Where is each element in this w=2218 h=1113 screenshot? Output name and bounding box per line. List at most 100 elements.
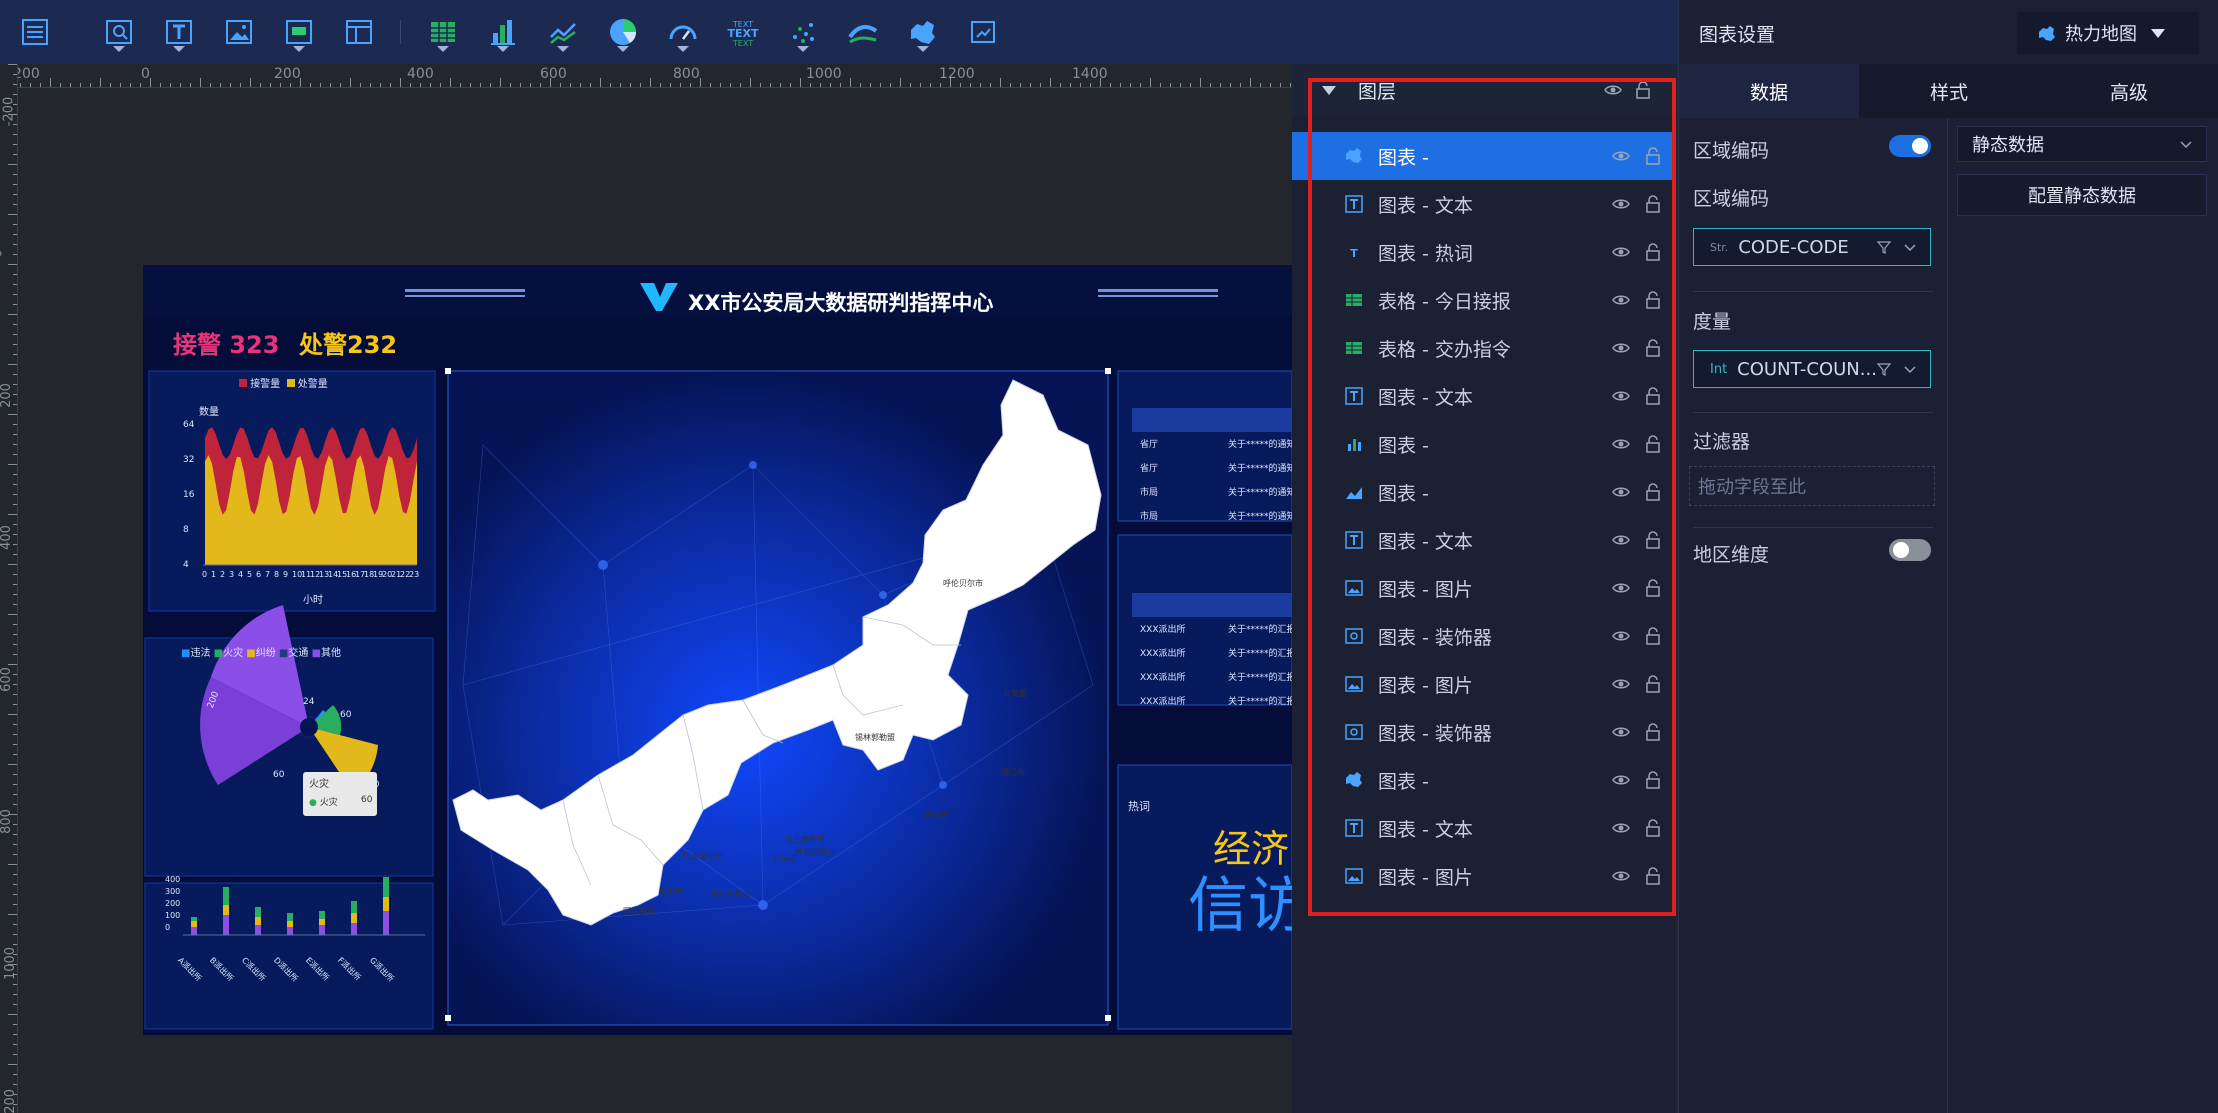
y-tick: 4 [183, 560, 189, 570]
layer-item[interactable]: 图表 - [1292, 420, 1676, 468]
measure-field[interactable]: Int COUNT-COUN... [1693, 350, 1931, 388]
ruler-label: 600 [0, 667, 14, 692]
eye-icon[interactable] [1612, 339, 1630, 357]
word-cloud-icon[interactable]: TEXT TEXT TEXT [721, 10, 765, 54]
layer-item-label: 图表 - [1378, 770, 1429, 793]
lock-icon[interactable] [1644, 339, 1662, 357]
region-dimension-toggle[interactable] [1889, 539, 1931, 561]
text-icon[interactable] [157, 10, 201, 54]
eye-icon[interactable] [1612, 291, 1630, 309]
lock-icon[interactable] [1644, 147, 1662, 165]
eye-icon[interactable] [1612, 819, 1630, 837]
layer-item[interactable]: 图表 - [1292, 468, 1676, 516]
line-chart-icon[interactable] [541, 10, 585, 54]
filter-dropzone[interactable]: 拖动字段至此 [1689, 466, 1935, 506]
scatter-icon[interactable] [781, 10, 825, 54]
eye-icon[interactable] [1612, 435, 1630, 453]
data-source-select[interactable]: 静态数据 [1957, 126, 2207, 162]
lock-icon[interactable] [1644, 195, 1662, 213]
layer-item[interactable]: 图表 - 图片 [1292, 564, 1676, 612]
rose-chart-legend: ■违法 ■火灾 ■纠纷 ■交通 ■其他 [181, 644, 341, 659]
region-code-field[interactable]: Str. CODE-CODE [1693, 228, 1931, 266]
flow-icon[interactable] [841, 10, 885, 54]
lock-icon[interactable] [1644, 867, 1662, 885]
layout-icon[interactable] [337, 10, 381, 54]
ruler-left: -200 0 200 400 600 800 1000 1200 [0, 64, 18, 1113]
layer-item[interactable]: 图表 - 文本 [1292, 372, 1676, 420]
layer-item[interactable]: 图表 - 文本 [1292, 516, 1676, 564]
custom-icon[interactable] [961, 10, 1005, 54]
eye-icon[interactable] [1604, 81, 1622, 99]
eye-icon[interactable] [1612, 147, 1630, 165]
lock-icon[interactable] [1644, 483, 1662, 501]
layer-item[interactable]: 表格 - 今日接报 [1292, 276, 1676, 324]
tab-style[interactable]: 样式 [1859, 64, 2039, 118]
lock-icon[interactable] [1644, 435, 1662, 453]
filter-icon[interactable] [1876, 239, 1892, 255]
lock-icon[interactable] [1644, 819, 1662, 837]
eye-icon[interactable] [1612, 531, 1630, 549]
eye-icon[interactable] [1612, 723, 1630, 741]
resize-handle[interactable] [445, 368, 451, 374]
gauge-icon[interactable] [661, 10, 705, 54]
layer-item-label: 图表 - [1378, 482, 1429, 505]
eye-icon[interactable] [1612, 579, 1630, 597]
eye-icon[interactable] [1612, 627, 1630, 645]
lock-icon[interactable] [1644, 579, 1662, 597]
bar-segment [255, 917, 261, 925]
bar-chart-icon[interactable] [481, 10, 525, 54]
eye-icon[interactable] [1612, 243, 1630, 261]
lock-icon[interactable] [1634, 81, 1652, 99]
x-tick: 3 [229, 570, 235, 579]
map-china-icon[interactable] [901, 10, 945, 54]
tab-data[interactable]: 数据 [1679, 64, 1859, 118]
layer-item[interactable]: T 图表 - 热词 [1292, 228, 1676, 276]
layer-item[interactable]: 图表 - 文本 [1292, 804, 1676, 852]
collapse-icon[interactable] [1322, 85, 1336, 95]
layers-icon[interactable] [13, 10, 57, 54]
lock-icon[interactable] [1644, 291, 1662, 309]
table-icon[interactable] [421, 10, 465, 54]
layer-item[interactable]: 图表 - 图片 [1292, 852, 1676, 900]
config-static-data-button[interactable]: 配置静态数据 [1957, 174, 2207, 216]
chart-type-select[interactable]: 热力地图 [2017, 12, 2199, 54]
resize-handle[interactable] [445, 1015, 451, 1021]
chevron-down-icon[interactable] [1902, 361, 1918, 377]
x-tick: 9 [283, 570, 289, 579]
image-icon[interactable] [217, 10, 261, 54]
lock-icon[interactable] [1644, 627, 1662, 645]
resize-handle[interactable] [1105, 368, 1111, 374]
lock-icon[interactable] [1644, 675, 1662, 693]
lock-icon[interactable] [1644, 771, 1662, 789]
tab-advanced[interactable]: 高级 [2039, 64, 2218, 118]
pie-chart-icon[interactable] [601, 10, 645, 54]
layer-item[interactable]: 图表 - 图片 [1292, 660, 1676, 708]
layer-item[interactable]: 图表 - 装饰器 [1292, 708, 1676, 756]
lock-icon[interactable] [1644, 243, 1662, 261]
layer-item[interactable]: 图表 - [1292, 756, 1676, 804]
layers-header: 图层 [1292, 64, 1676, 116]
eye-icon[interactable] [1612, 387, 1630, 405]
lock-icon[interactable] [1644, 531, 1662, 549]
decorator-icon[interactable] [277, 10, 321, 54]
chevron-down-icon[interactable] [1902, 239, 1918, 255]
legend-swatch: ■ [246, 648, 256, 659]
layer-item[interactable]: 表格 - 交办指令 [1292, 324, 1676, 372]
filter-icon[interactable] [1876, 361, 1892, 377]
search-box-icon[interactable] [97, 10, 141, 54]
resize-handle[interactable] [1105, 1015, 1111, 1021]
x-tick: 7 [265, 570, 271, 579]
region-code-toggle[interactable] [1889, 135, 1931, 157]
eye-icon[interactable] [1612, 771, 1630, 789]
eye-icon[interactable] [1612, 483, 1630, 501]
city-label: 通辽市 [1001, 768, 1025, 777]
lock-icon[interactable] [1644, 723, 1662, 741]
layer-item[interactable]: 图表 - [1292, 132, 1676, 180]
eye-icon[interactable] [1612, 675, 1630, 693]
dashboard-canvas[interactable]: XX市公安局大数据研判指挥中心 接警 323 处警232 接警量 处警量 数量 … [143, 265, 1292, 1035]
eye-icon[interactable] [1612, 867, 1630, 885]
layer-item[interactable]: 图表 - 装饰器 [1292, 612, 1676, 660]
layer-item[interactable]: 图表 - 文本 [1292, 180, 1676, 228]
lock-icon[interactable] [1644, 387, 1662, 405]
eye-icon[interactable] [1612, 195, 1630, 213]
